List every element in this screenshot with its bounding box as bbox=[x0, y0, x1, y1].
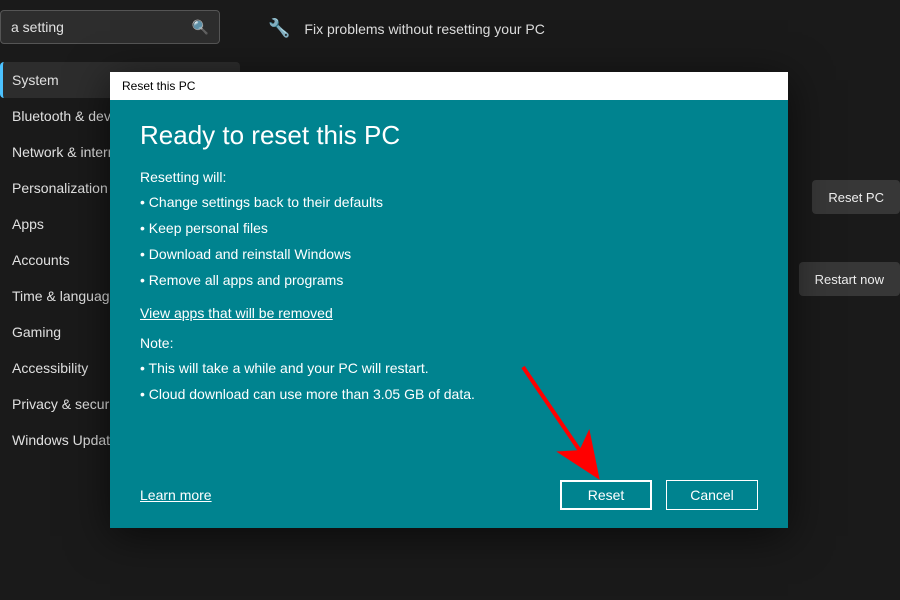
note-label: Note: bbox=[140, 335, 758, 351]
reset-bullet: Keep personal files bbox=[140, 215, 758, 241]
reset-this-pc-dialog: Reset this PC Ready to reset this PC Res… bbox=[110, 72, 788, 528]
fix-problems-row: 🔧 Fix problems without resetting your PC bbox=[268, 18, 872, 39]
note-bullet: Cloud download can use more than 3.05 GB… bbox=[140, 381, 758, 407]
reset-pc-button[interactable]: Reset PC bbox=[812, 180, 900, 214]
reset-bullet: Download and reinstall Windows bbox=[140, 241, 758, 267]
dialog-titlebar: Reset this PC bbox=[110, 72, 788, 100]
wrench-icon: 🔧 bbox=[268, 18, 290, 39]
reset-button[interactable]: Reset bbox=[560, 480, 652, 510]
note-list: This will take a while and your PC will … bbox=[140, 355, 758, 407]
search-text: a setting bbox=[11, 19, 64, 35]
view-apps-link[interactable]: View apps that will be removed bbox=[140, 305, 758, 321]
resetting-list: Change settings back to their defaults K… bbox=[140, 189, 758, 293]
resetting-will-label: Resetting will: bbox=[140, 169, 758, 185]
note-bullet: This will take a while and your PC will … bbox=[140, 355, 758, 381]
learn-more-link[interactable]: Learn more bbox=[140, 487, 212, 503]
cancel-button[interactable]: Cancel bbox=[666, 480, 758, 510]
restart-now-button[interactable]: Restart now bbox=[799, 262, 900, 296]
search-input[interactable]: a setting 🔍 bbox=[0, 10, 220, 44]
reset-bullet: Change settings back to their defaults bbox=[140, 189, 758, 215]
dialog-heading: Ready to reset this PC bbox=[140, 120, 758, 151]
search-icon: 🔍 bbox=[192, 19, 209, 36]
fix-problems-label: Fix problems without resetting your PC bbox=[304, 21, 544, 37]
reset-bullet: Remove all apps and programs bbox=[140, 267, 758, 293]
